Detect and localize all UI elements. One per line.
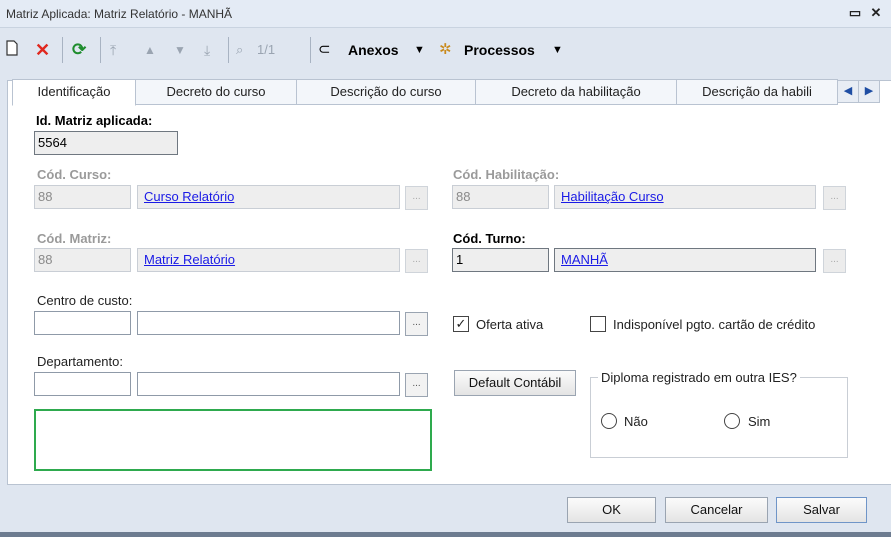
processos-menu[interactable]: Processos	[464, 39, 535, 61]
diploma-sim-label: Sim	[748, 414, 771, 429]
centro-custo-desc-input[interactable]	[137, 311, 400, 335]
turno-lookup-button[interactable]: ...	[823, 249, 846, 273]
previous-record-icon[interactable]: ▲	[144, 39, 156, 61]
matriz-lookup-button[interactable]: ...	[405, 249, 428, 273]
departamento-lookup-button[interactable]: ...	[405, 373, 428, 397]
cod-curso-label: Cód. Curso:	[37, 167, 112, 182]
close-icon[interactable]: ✕	[868, 5, 884, 21]
matriz-link[interactable]: Matriz Relatório	[141, 252, 235, 267]
paperclip-icon[interactable]: ⊂	[318, 39, 331, 61]
tab-identificacao[interactable]: Identificação	[12, 79, 136, 106]
toolbar: ✕ ⟳ ⤒ ▲ ▼ ⤓ ⌕ 1/1 ⊂ Anexos ▼ ✲ Processos…	[0, 29, 891, 71]
minimize-icon[interactable]: ▭	[847, 5, 863, 21]
habilitacao-desc-field[interactable]: Habilitação Curso	[554, 185, 816, 209]
gears-icon[interactable]: ✲	[439, 39, 452, 61]
tab-scroll-right-icon[interactable]: ▶	[858, 80, 880, 103]
diploma-nao-label: Não	[624, 414, 648, 429]
highlight-box	[34, 409, 432, 471]
centro-custo-label: Centro de custo:	[37, 293, 133, 308]
cod-turno-field[interactable]: 1	[452, 248, 549, 272]
tab-strip: Identificação Decreto do curso Descrição…	[7, 79, 891, 106]
tab-descricao-habilitacao[interactable]: Descrição da habili	[676, 79, 838, 105]
curso-link[interactable]: Curso Relatório	[141, 189, 234, 204]
diploma-nao-radio[interactable]	[601, 413, 617, 429]
cod-curso-field[interactable]: 88	[34, 185, 131, 209]
binoculars-icon[interactable]: ⌕	[236, 39, 243, 61]
window-title: Matriz Aplicada: Matriz Relatório - MANH…	[6, 7, 233, 21]
matriz-desc-field[interactable]: Matriz Relatório	[137, 248, 400, 272]
refresh-icon[interactable]: ⟳	[72, 39, 86, 61]
title-bar: Matriz Aplicada: Matriz Relatório - MANH…	[0, 0, 891, 28]
id-matriz-field[interactable]: 5564	[34, 131, 178, 155]
centro-custo-code-input[interactable]	[34, 311, 131, 335]
curso-desc-field[interactable]: Curso Relatório	[137, 185, 400, 209]
next-record-icon[interactable]: ▼	[174, 39, 186, 61]
cancel-button[interactable]: Cancelar	[665, 497, 768, 523]
tab-descricao-curso[interactable]: Descrição do curso	[296, 79, 476, 105]
habilitacao-link[interactable]: Habilitação Curso	[558, 189, 664, 204]
delete-x-icon[interactable]: ✕	[35, 39, 50, 61]
diploma-legend: Diploma registrado em outra IES?	[598, 370, 800, 385]
save-button[interactable]: Salvar	[776, 497, 867, 523]
indisponivel-checkbox[interactable]	[590, 316, 606, 332]
departamento-code-input[interactable]	[34, 372, 131, 396]
cod-turno-label: Cód. Turno:	[453, 231, 526, 246]
departamento-label: Departamento:	[37, 354, 123, 369]
chevron-down-icon[interactable]: ▼	[552, 39, 563, 61]
bottom-border	[0, 532, 891, 537]
diploma-sim-radio[interactable]	[724, 413, 740, 429]
cod-matriz-label: Cód. Matriz:	[37, 231, 112, 246]
record-counter: 1/1	[257, 42, 276, 57]
curso-lookup-button[interactable]: ...	[405, 186, 428, 210]
tab-decreto-curso[interactable]: Decreto do curso	[135, 79, 297, 105]
tab-scroll-left-icon[interactable]: ◀	[837, 80, 859, 103]
new-document-icon[interactable]	[5, 39, 21, 61]
cod-matriz-field[interactable]: 88	[34, 248, 131, 272]
centro-custo-lookup-button[interactable]: ...	[405, 312, 428, 336]
oferta-ativa-checkbox[interactable]: ✓	[453, 316, 469, 332]
first-record-icon[interactable]: ⤒	[110, 39, 116, 61]
cod-habilitacao-field[interactable]: 88	[452, 185, 549, 209]
cod-habilitacao-label: Cód. Habilitação:	[453, 167, 560, 182]
turno-desc-field[interactable]: MANHÃ	[554, 248, 816, 272]
anexos-menu[interactable]: Anexos	[348, 39, 399, 61]
ok-button[interactable]: OK	[567, 497, 656, 523]
turno-link[interactable]: MANHÃ	[558, 252, 608, 267]
oferta-ativa-label: Oferta ativa	[476, 317, 544, 332]
indisponivel-label: Indisponível pgto. cartão de crédito	[613, 317, 816, 332]
default-contabil-button[interactable]: Default Contábil	[454, 370, 576, 396]
id-matriz-label: Id. Matriz aplicada:	[36, 113, 153, 128]
departamento-desc-input[interactable]	[137, 372, 400, 396]
last-record-icon[interactable]: ⤓	[204, 39, 210, 61]
tab-decreto-habilitacao[interactable]: Decreto da habilitação	[475, 79, 677, 105]
habilitacao-lookup-button[interactable]: ...	[823, 186, 846, 210]
chevron-down-icon[interactable]: ▼	[414, 39, 425, 61]
